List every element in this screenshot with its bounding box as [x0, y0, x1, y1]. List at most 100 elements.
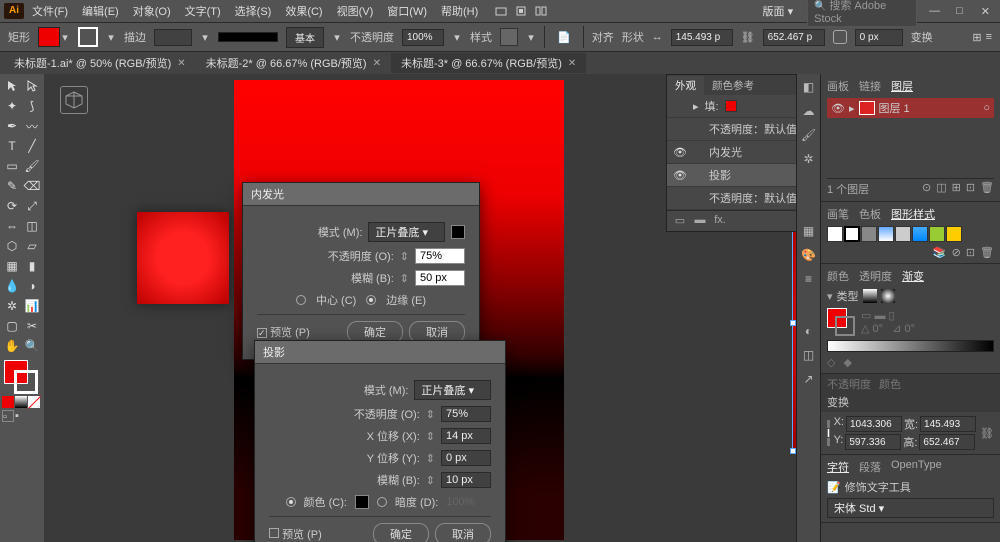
close-tab-icon[interactable]: ✕: [177, 58, 185, 69]
new-style-icon[interactable]: ⊡: [966, 246, 975, 259]
workspace-dropdown[interactable]: 版面 ▾: [757, 1, 800, 21]
stroke-dropdown[interactable]: ▾: [106, 31, 116, 44]
screen-mode-normal[interactable]: ▫: [2, 410, 14, 422]
direct-selection-tool[interactable]: [22, 76, 42, 96]
glow-color-swatch[interactable]: [451, 225, 465, 239]
reference-point[interactable]: [827, 420, 830, 446]
symbols-icon[interactable]: ✲: [801, 152, 817, 168]
paintbrush-tool[interactable]: 🖌: [22, 156, 42, 176]
font-family-select[interactable]: 宋体 Std ▾: [827, 498, 994, 518]
paragraph-tab[interactable]: 段落: [859, 459, 881, 475]
none-mode-icon[interactable]: [28, 396, 40, 408]
shape-builder-tool[interactable]: ⬡: [2, 236, 22, 256]
break-link-icon[interactable]: ⊘: [952, 246, 961, 259]
grad-stop-opacity[interactable]: ◇: [827, 356, 835, 369]
minimize-icon[interactable]: —: [925, 5, 944, 17]
panel-menu-icon[interactable]: ≡: [986, 31, 992, 44]
radial-type-icon[interactable]: [881, 289, 895, 303]
delete-style-icon[interactable]: 🗑: [980, 246, 994, 259]
fx-menu-icon[interactable]: fx.: [713, 214, 727, 228]
opentype-tab[interactable]: OpenType: [891, 459, 942, 475]
color-icon[interactable]: 🎨: [801, 248, 817, 264]
opacity-input[interactable]: [415, 248, 465, 264]
close-tab-icon[interactable]: ✕: [373, 58, 381, 69]
stroke-width-dropdown[interactable]: ▾: [200, 31, 210, 44]
color-mode-icon[interactable]: [2, 396, 14, 408]
visibility-icon[interactable]: 👁: [673, 169, 687, 182]
maximize-icon[interactable]: □: [952, 5, 967, 17]
bridge-icon[interactable]: [494, 4, 508, 18]
blur-input[interactable]: [441, 472, 491, 488]
brush-basic[interactable]: 基本: [286, 27, 324, 48]
gradient-icon[interactable]: ◐: [801, 324, 817, 340]
blur-input[interactable]: [415, 270, 465, 286]
eraser-tool[interactable]: ⌫: [22, 176, 42, 196]
layer-name[interactable]: 图层 1: [879, 100, 910, 116]
style-lib-icon[interactable]: 📚: [933, 246, 947, 259]
style-swatch[interactable]: [878, 226, 894, 242]
gradient-slider[interactable]: [827, 340, 994, 352]
transform-panel-header[interactable]: 不透明度 颜色: [821, 374, 1000, 394]
appearance-tab[interactable]: 外观: [667, 76, 704, 95]
w-input[interactable]: [920, 416, 976, 432]
close-icon[interactable]: ✕: [975, 5, 996, 18]
style-swatch[interactable]: [929, 226, 945, 242]
screen-mode-full[interactable]: ▪: [15, 410, 27, 422]
layer-row[interactable]: 👁 ▸ 图层 1 ○: [827, 98, 994, 118]
graphic-styles-tab[interactable]: 图形样式: [891, 206, 935, 222]
menu-file[interactable]: 文件(F): [26, 1, 74, 21]
visibility-icon[interactable]: 👁: [831, 102, 845, 115]
style-swatch[interactable]: [827, 226, 843, 242]
cancel-button[interactable]: 取消: [435, 523, 491, 542]
menu-help[interactable]: 帮助(H): [435, 1, 484, 21]
stock-icon[interactable]: [514, 4, 528, 18]
hand-tool[interactable]: ✋: [2, 336, 22, 356]
xoffset-input[interactable]: [441, 428, 491, 444]
eyedropper-tool[interactable]: 💧: [2, 276, 22, 296]
blend-mode-select[interactable]: 正片叠底 ▾: [414, 380, 491, 400]
arrange-icon[interactable]: [534, 4, 548, 18]
share-icon[interactable]: ↗: [801, 372, 817, 388]
center-radio[interactable]: [296, 295, 306, 305]
stroke-swatch[interactable]: [78, 27, 98, 47]
style-swatch[interactable]: [861, 226, 877, 242]
link-wh-icon[interactable]: ⛓: [741, 31, 755, 44]
width-input[interactable]: [671, 29, 733, 46]
blend-mode-select[interactable]: 正片叠底 ▾: [368, 222, 445, 242]
corner-input[interactable]: [855, 29, 903, 46]
link-wh-icon[interactable]: ⛓: [980, 427, 994, 440]
rotate-tool[interactable]: ⟳: [2, 196, 22, 216]
graphic-style-swatch[interactable]: [500, 28, 518, 46]
menu-edit[interactable]: 编辑(E): [76, 1, 125, 21]
line-tool[interactable]: ╱: [22, 136, 42, 156]
opacity-input[interactable]: [441, 406, 491, 422]
stroke-icon[interactable]: ≡: [801, 272, 817, 288]
touch-type-icon[interactable]: 📝: [827, 481, 841, 494]
yoffset-input[interactable]: [441, 450, 491, 466]
rectangle-tool[interactable]: ▭: [2, 156, 22, 176]
y-input[interactable]: [845, 434, 901, 450]
close-tab-icon[interactable]: ✕: [568, 58, 576, 69]
new-sublayer-icon[interactable]: ⊞: [952, 181, 961, 197]
mesh-tool[interactable]: ▦: [2, 256, 22, 276]
character-tab[interactable]: 字符: [827, 459, 849, 475]
style-swatch[interactable]: [946, 226, 962, 242]
stock-search[interactable]: 🔍 搜索 Adobe Stock: [807, 0, 917, 27]
grad-stroke-swatch[interactable]: [835, 316, 855, 336]
menu-view[interactable]: 视图(V): [331, 1, 380, 21]
fill-stroke-control[interactable]: [2, 360, 42, 394]
pen-tool[interactable]: ✒: [2, 116, 22, 136]
grad-stop-location[interactable]: ◆: [843, 356, 851, 369]
transform-tab[interactable]: 变换: [827, 397, 849, 409]
preview-checkbox[interactable]: [257, 328, 267, 338]
transform-link[interactable]: 变换: [911, 29, 933, 45]
menu-select[interactable]: 选择(S): [229, 1, 278, 21]
menu-object[interactable]: 对象(O): [127, 1, 177, 21]
properties-icon[interactable]: ◧: [801, 80, 817, 96]
brushes-icon[interactable]: 🖌: [801, 128, 817, 144]
preview-checkbox[interactable]: [269, 528, 279, 538]
doc-tab-3[interactable]: 未标题-3* @ 66.67% (RGB/预览)✕: [391, 53, 586, 73]
layers-tab[interactable]: 图层: [891, 78, 913, 94]
slice-tool[interactable]: ✂: [22, 316, 42, 336]
darkness-radio[interactable]: [377, 497, 387, 507]
